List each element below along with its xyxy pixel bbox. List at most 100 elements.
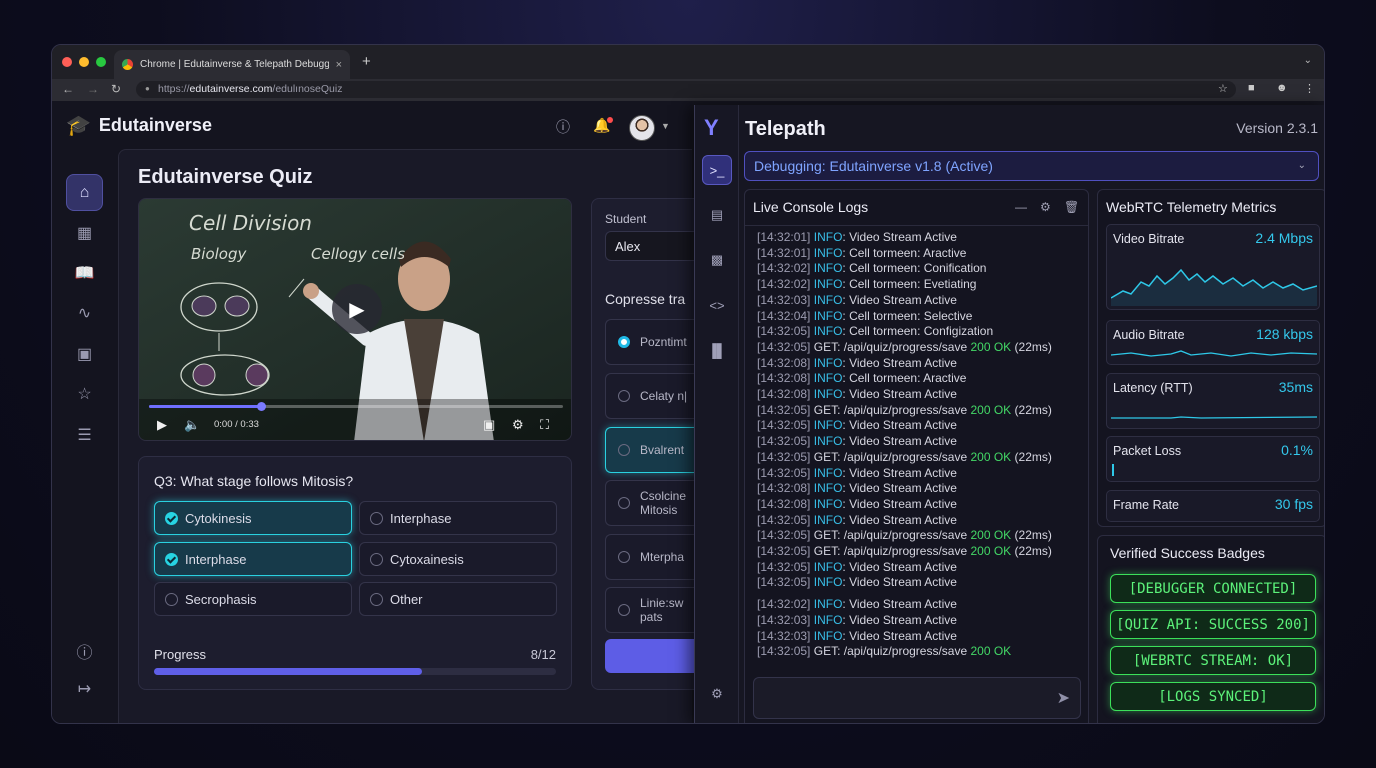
info-icon[interactable]: ⓘ (556, 117, 570, 137)
metric-packet-loss: Packet Loss 0.1% (1106, 436, 1320, 482)
play-overlay-button[interactable]: ▶ (332, 284, 382, 334)
settings-gear-icon[interactable]: ⚙ (512, 417, 524, 433)
compare-option[interactable]: Celaty n| (605, 373, 702, 419)
log-line: [14:32:08] INFO: Video Stream Active (757, 497, 1087, 513)
log-ts: [14:32:03] (757, 292, 811, 307)
compare-option-label: Csolcine (640, 489, 687, 503)
rail-console[interactable]: >_ (702, 155, 732, 185)
question-text: Q3: What stage follows Mitosis? (154, 473, 354, 489)
log-lv: INFO (813, 418, 843, 433)
trash-icon[interactable]: 🗑 (1064, 200, 1079, 214)
rail-logs[interactable]: ▤ (702, 200, 732, 230)
log-text: : Cell tormeen: Selective (842, 308, 973, 323)
answer-option-4[interactable]: Cytoxainesis (359, 542, 557, 576)
profile-icon[interactable]: ☻ (1276, 82, 1288, 94)
log-ok: 200 OK (970, 528, 1012, 543)
radio-empty-icon (618, 497, 630, 509)
sidebar-item-favorites[interactable]: ☆ (66, 375, 103, 412)
home-icon: ⌂ (79, 183, 90, 201)
log-ts: [14:32:05] (757, 339, 811, 354)
console-input[interactable]: ➤ (753, 677, 1081, 719)
log-lv: INFO (813, 559, 843, 574)
tab-close-icon[interactable]: × (336, 59, 342, 71)
log-ts: [14:32:05] (757, 434, 811, 449)
session-dropdown[interactable]: Debugging: Edutainverse v1.8 (Active) ⌄ (744, 151, 1319, 181)
answer-option-2[interactable]: Interphase (359, 501, 557, 535)
video-seek-handle[interactable] (256, 402, 266, 411)
option-label: Cytoxainesis (390, 551, 464, 567)
compare-option[interactable]: Linie:sw pats (605, 587, 702, 633)
compare-option-label: Mterpha (640, 550, 685, 564)
browser-tab[interactable]: Chrome | Edutainverse & Telepath Debugge… (114, 50, 350, 79)
log-lv: INFO (813, 245, 843, 260)
main-content: Edutainverse Quiz Cell Division Biology … (118, 149, 702, 723)
app-logo[interactable]: 🎓 Edutainverse (66, 113, 212, 138)
maximize-window-button[interactable] (96, 57, 106, 67)
log-text: : Video Stream Active (842, 465, 957, 480)
video-seek-bar[interactable] (149, 402, 563, 411)
url-field[interactable]: ● https://edutainverse.com/edulınoseQuiz (136, 81, 1236, 98)
play-icon[interactable]: ▶ (157, 417, 167, 433)
answer-option-6[interactable]: Other (359, 582, 557, 616)
compare-option[interactable]: Bvalrent (605, 427, 702, 473)
log-ts: [14:32:08] (757, 496, 811, 511)
avatar[interactable] (629, 115, 655, 141)
minimize-window-button[interactable] (79, 57, 89, 67)
fullscreen-icon[interactable]: ⛶ (540, 417, 549, 433)
bookmark-star-icon[interactable]: ☆ (1218, 82, 1228, 95)
log-ts: [14:32:05] (757, 449, 811, 464)
page-title: Edutainverse Quiz (138, 166, 313, 188)
log-ts: [14:32:08] (757, 371, 811, 386)
log-line: [14:32:02] INFO: Video Stream Active (757, 597, 1087, 613)
picture-in-picture-icon[interactable]: ▣ (483, 417, 495, 433)
rail-terminal[interactable]: ▩ (702, 245, 732, 275)
new-tab-button[interactable]: + (362, 53, 371, 70)
log-text: : Video Stream Active (842, 496, 957, 511)
answer-option-3[interactable]: Interphase (154, 542, 352, 576)
sidebar-item-activity[interactable]: ∿ (66, 294, 103, 331)
log-line: [14:32:05] INFO: Video Stream Active (757, 466, 1087, 482)
log-list: [14:32:01] INFO: Video Stream Active [14:… (757, 230, 1087, 660)
rail-metrics[interactable]: ▐▌ (702, 335, 732, 365)
log-text: (22ms) (1011, 449, 1052, 464)
sidebar-item-screen[interactable]: ▣ (66, 335, 103, 372)
answer-option-1[interactable]: Cytokinesis (154, 501, 352, 535)
minimize-icon[interactable]: — (1015, 200, 1027, 214)
sidebar-item-library[interactable]: 📖 (66, 254, 103, 291)
log-lv: INFO (813, 512, 843, 527)
back-button[interactable]: ← (62, 82, 74, 96)
reload-button[interactable]: ↻ (111, 82, 121, 96)
sidebar-item-list[interactable]: ☰ (66, 416, 103, 453)
session-label: Debugging: Edutainverse v1.8 (Active) (754, 158, 993, 174)
compare-option[interactable]: Pozntimt (605, 319, 702, 365)
sidebar-item-help[interactable]: ⓘ (66, 632, 103, 669)
rail-settings[interactable]: ⚙ (702, 679, 732, 709)
rail-code[interactable]: <> (702, 290, 732, 320)
sidebar-item-logout[interactable]: ↦ (66, 670, 103, 707)
video-player[interactable]: Cell Division Biology Cellogy cells ▶ ▶ … (138, 198, 572, 441)
compare-option[interactable]: Csolcine Mitosis (605, 480, 702, 526)
settings-gear-icon[interactable]: ⚙ (1040, 200, 1051, 214)
answer-option-5[interactable]: Secrophasis (154, 582, 352, 616)
log-ts: [14:32:08] (757, 355, 811, 370)
compare-option-label: Linie:sw (640, 596, 684, 610)
sidebar-item-home[interactable]: ⌂ (66, 174, 103, 211)
log-text: : Cell tormeen: Aractive (842, 371, 967, 386)
close-window-button[interactable] (62, 57, 72, 67)
tab-list-chevron-icon[interactable]: ⌄ (1304, 55, 1312, 66)
browser-menu-icon[interactable]: ⋮ (1304, 82, 1315, 95)
volume-icon[interactable]: 🔈 (184, 417, 200, 433)
console-title: Live Console Logs (753, 199, 869, 215)
extensions-icon[interactable]: ■ (1248, 82, 1255, 94)
compare-submit-button[interactable] (605, 639, 702, 673)
log-line: [14:32:03] INFO: Video Stream Active (757, 613, 1087, 629)
chevron-down-icon[interactable]: ▼ (661, 121, 670, 131)
sidebar-item-dashboard[interactable]: ▦ (66, 214, 103, 251)
forward-button[interactable]: → (87, 82, 99, 96)
send-icon[interactable]: ➤ (1057, 688, 1070, 708)
compare-option[interactable]: Mterpha (605, 534, 702, 580)
log-line: [14:32:05] INFO: Cell tormeen: Configiza… (757, 324, 1087, 340)
log-text: : Cell tormeen: Conification (842, 261, 987, 276)
option-label: Interphase (390, 510, 452, 526)
student-field[interactable]: Alex (605, 231, 702, 261)
